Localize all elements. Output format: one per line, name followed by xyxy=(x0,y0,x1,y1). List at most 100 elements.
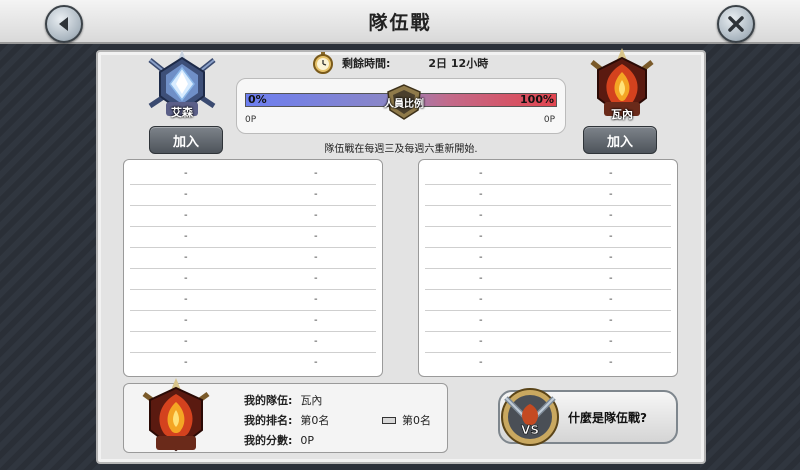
row-name-cell: - xyxy=(184,315,188,326)
row-value-cell: - xyxy=(609,315,613,326)
row-name-cell: - xyxy=(184,273,188,284)
row-value-cell: - xyxy=(314,273,318,284)
list-row[interactable]: -- xyxy=(130,164,376,185)
my-team-emblem-icon xyxy=(142,378,210,452)
what-is-team-battle-label: 什麼是隊伍戰? xyxy=(568,411,647,425)
rank-change: 第0名 xyxy=(382,412,431,428)
list-row[interactable]: -- xyxy=(425,248,671,269)
row-value-cell: - xyxy=(609,273,613,284)
my-team-label: 我的隊伍: xyxy=(244,394,293,407)
list-row[interactable]: -- xyxy=(425,185,671,206)
list-row[interactable]: -- xyxy=(425,164,671,185)
my-rank-value: 第0名 xyxy=(300,414,330,427)
row-value-cell: - xyxy=(609,210,613,221)
row-value-cell: - xyxy=(314,168,318,179)
team-emblem-right: 瓦內 xyxy=(580,46,664,124)
list-row[interactable]: -- xyxy=(425,311,671,332)
list-row[interactable]: -- xyxy=(130,353,376,374)
list-row[interactable]: -- xyxy=(130,269,376,290)
row-value-cell: - xyxy=(609,294,613,305)
pocket-watch-icon xyxy=(313,52,333,74)
backdrop-left xyxy=(0,44,100,470)
row-value-cell: - xyxy=(609,168,613,179)
row-name-cell: - xyxy=(479,336,483,347)
ratio-left-percent: 0% xyxy=(248,93,267,106)
row-name-cell: - xyxy=(479,273,483,284)
my-score-row: 我的分數: 0P xyxy=(244,432,314,448)
what-is-team-battle-button[interactable]: VS 什麼是隊伍戰? xyxy=(498,388,678,446)
list-row[interactable]: -- xyxy=(425,206,671,227)
list-row[interactable]: -- xyxy=(130,290,376,311)
row-name-cell: - xyxy=(479,231,483,242)
team-name-left: 艾森 xyxy=(171,106,193,119)
row-name-cell: - xyxy=(479,357,483,368)
vs-badge-icon: VS xyxy=(501,388,559,446)
list-row[interactable]: -- xyxy=(425,290,671,311)
list-row[interactable]: -- xyxy=(130,206,376,227)
list-row[interactable]: -- xyxy=(425,269,671,290)
my-team-panel: 我的隊伍: 瓦內 我的排名: 第0名 我的分數: 0P 第0名 xyxy=(123,378,448,453)
my-team-value: 瓦內 xyxy=(300,394,323,407)
page-title: 隊伍戰 xyxy=(368,11,432,34)
row-value-cell: - xyxy=(314,252,318,263)
row-value-cell: - xyxy=(314,210,318,221)
list-row[interactable]: -- xyxy=(130,311,376,332)
my-rank-row: 我的排名: 第0名 xyxy=(244,412,329,428)
row-value-cell: - xyxy=(314,294,318,305)
list-row[interactable]: -- xyxy=(130,332,376,353)
row-value-cell: - xyxy=(314,189,318,200)
vs-text: VS xyxy=(521,423,539,437)
my-score-label: 我的分數: xyxy=(244,434,293,447)
row-name-cell: - xyxy=(184,189,188,200)
list-row[interactable]: -- xyxy=(425,332,671,353)
list-row[interactable]: -- xyxy=(425,227,671,248)
join-right-button[interactable]: 加入 xyxy=(583,126,657,154)
row-value-cell: - xyxy=(314,315,318,326)
list-row[interactable]: -- xyxy=(130,248,376,269)
back-arrow-icon xyxy=(59,17,68,31)
row-value-cell: - xyxy=(314,336,318,347)
ranking-list-right[interactable]: -------------------- xyxy=(418,159,678,377)
row-name-cell: - xyxy=(184,252,188,263)
backdrop-right xyxy=(700,44,800,470)
timer: 剩餘時間: 2日 12小時 xyxy=(312,52,488,74)
join-left-button[interactable]: 加入 xyxy=(149,126,223,154)
right-score: 0P xyxy=(543,115,555,125)
row-name-cell: - xyxy=(184,336,188,347)
ratio-center-label: 人員比例 xyxy=(384,98,424,110)
team-emblem-left: 艾森 xyxy=(140,46,224,124)
ratio-right-percent: 100% xyxy=(520,93,554,106)
row-value-cell: - xyxy=(609,231,613,242)
back-button[interactable] xyxy=(45,5,83,43)
row-value-cell: - xyxy=(609,252,613,263)
my-score-value: 0P xyxy=(300,434,315,447)
my-rank-label: 我的排名: xyxy=(244,414,293,427)
close-icon xyxy=(728,16,744,32)
rank-unchanged-icon xyxy=(382,416,396,424)
list-row[interactable]: -- xyxy=(130,227,376,248)
timer-value: 2日 12小時 xyxy=(428,57,489,70)
team-name-right: 瓦內 xyxy=(611,108,633,121)
row-name-cell: - xyxy=(184,210,188,221)
row-name-cell: - xyxy=(479,210,483,221)
row-name-cell: - xyxy=(184,231,188,242)
row-value-cell: - xyxy=(609,189,613,200)
list-row[interactable]: -- xyxy=(130,185,376,206)
timer-label: 剩餘時間: xyxy=(342,57,391,70)
row-name-cell: - xyxy=(479,252,483,263)
left-score: 0P xyxy=(245,115,257,125)
my-team-row: 我的隊伍: 瓦內 xyxy=(244,392,322,408)
row-name-cell: - xyxy=(184,294,188,305)
rank-change-value: 第0名 xyxy=(402,414,431,427)
row-name-cell: - xyxy=(479,315,483,326)
row-value-cell: - xyxy=(609,357,613,368)
list-row[interactable]: -- xyxy=(425,353,671,374)
schedule-notice: 隊伍戰在每週三及每週六重新開始. xyxy=(324,144,478,155)
ratio-panel: 0% 100% 人員比例 0P 0P xyxy=(236,78,566,134)
ratio-center-badge: 人員比例 xyxy=(384,84,424,120)
close-button[interactable] xyxy=(717,5,755,43)
ranking-list-left[interactable]: -------------------- xyxy=(123,159,383,377)
row-name-cell: - xyxy=(479,168,483,179)
member-ratio-bar: 0% 100% 人員比例 xyxy=(245,84,557,120)
row-name-cell: - xyxy=(479,294,483,305)
